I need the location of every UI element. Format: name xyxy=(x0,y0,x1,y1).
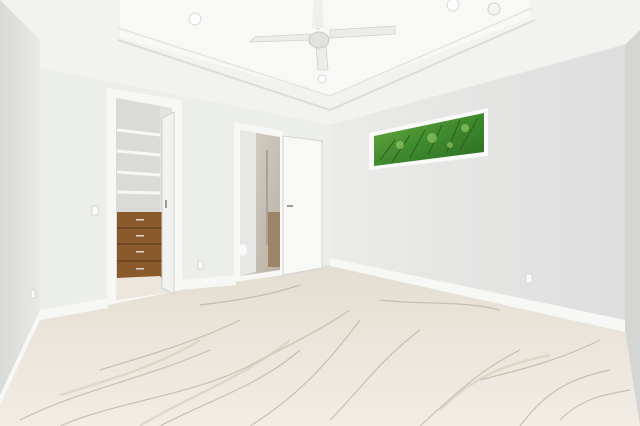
room-illustration xyxy=(0,0,640,426)
bedroom-photo xyxy=(0,0,640,426)
outlet-icon xyxy=(525,273,533,284)
outlet-icon xyxy=(30,289,36,299)
toilet xyxy=(239,244,247,256)
walk-in-closet xyxy=(107,88,182,305)
outlet-icon xyxy=(197,260,204,270)
shower-glass xyxy=(266,150,268,245)
bathroom-door-handle[interactable] xyxy=(287,205,293,207)
closet-door[interactable] xyxy=(161,111,175,295)
closet-dresser xyxy=(117,212,162,278)
bath-vanity xyxy=(268,212,280,267)
bathroom-doorway xyxy=(234,122,323,282)
smoke-detector-icon xyxy=(487,2,501,16)
closet-door-handle[interactable] xyxy=(165,200,167,208)
light-switch-icon xyxy=(91,205,99,216)
